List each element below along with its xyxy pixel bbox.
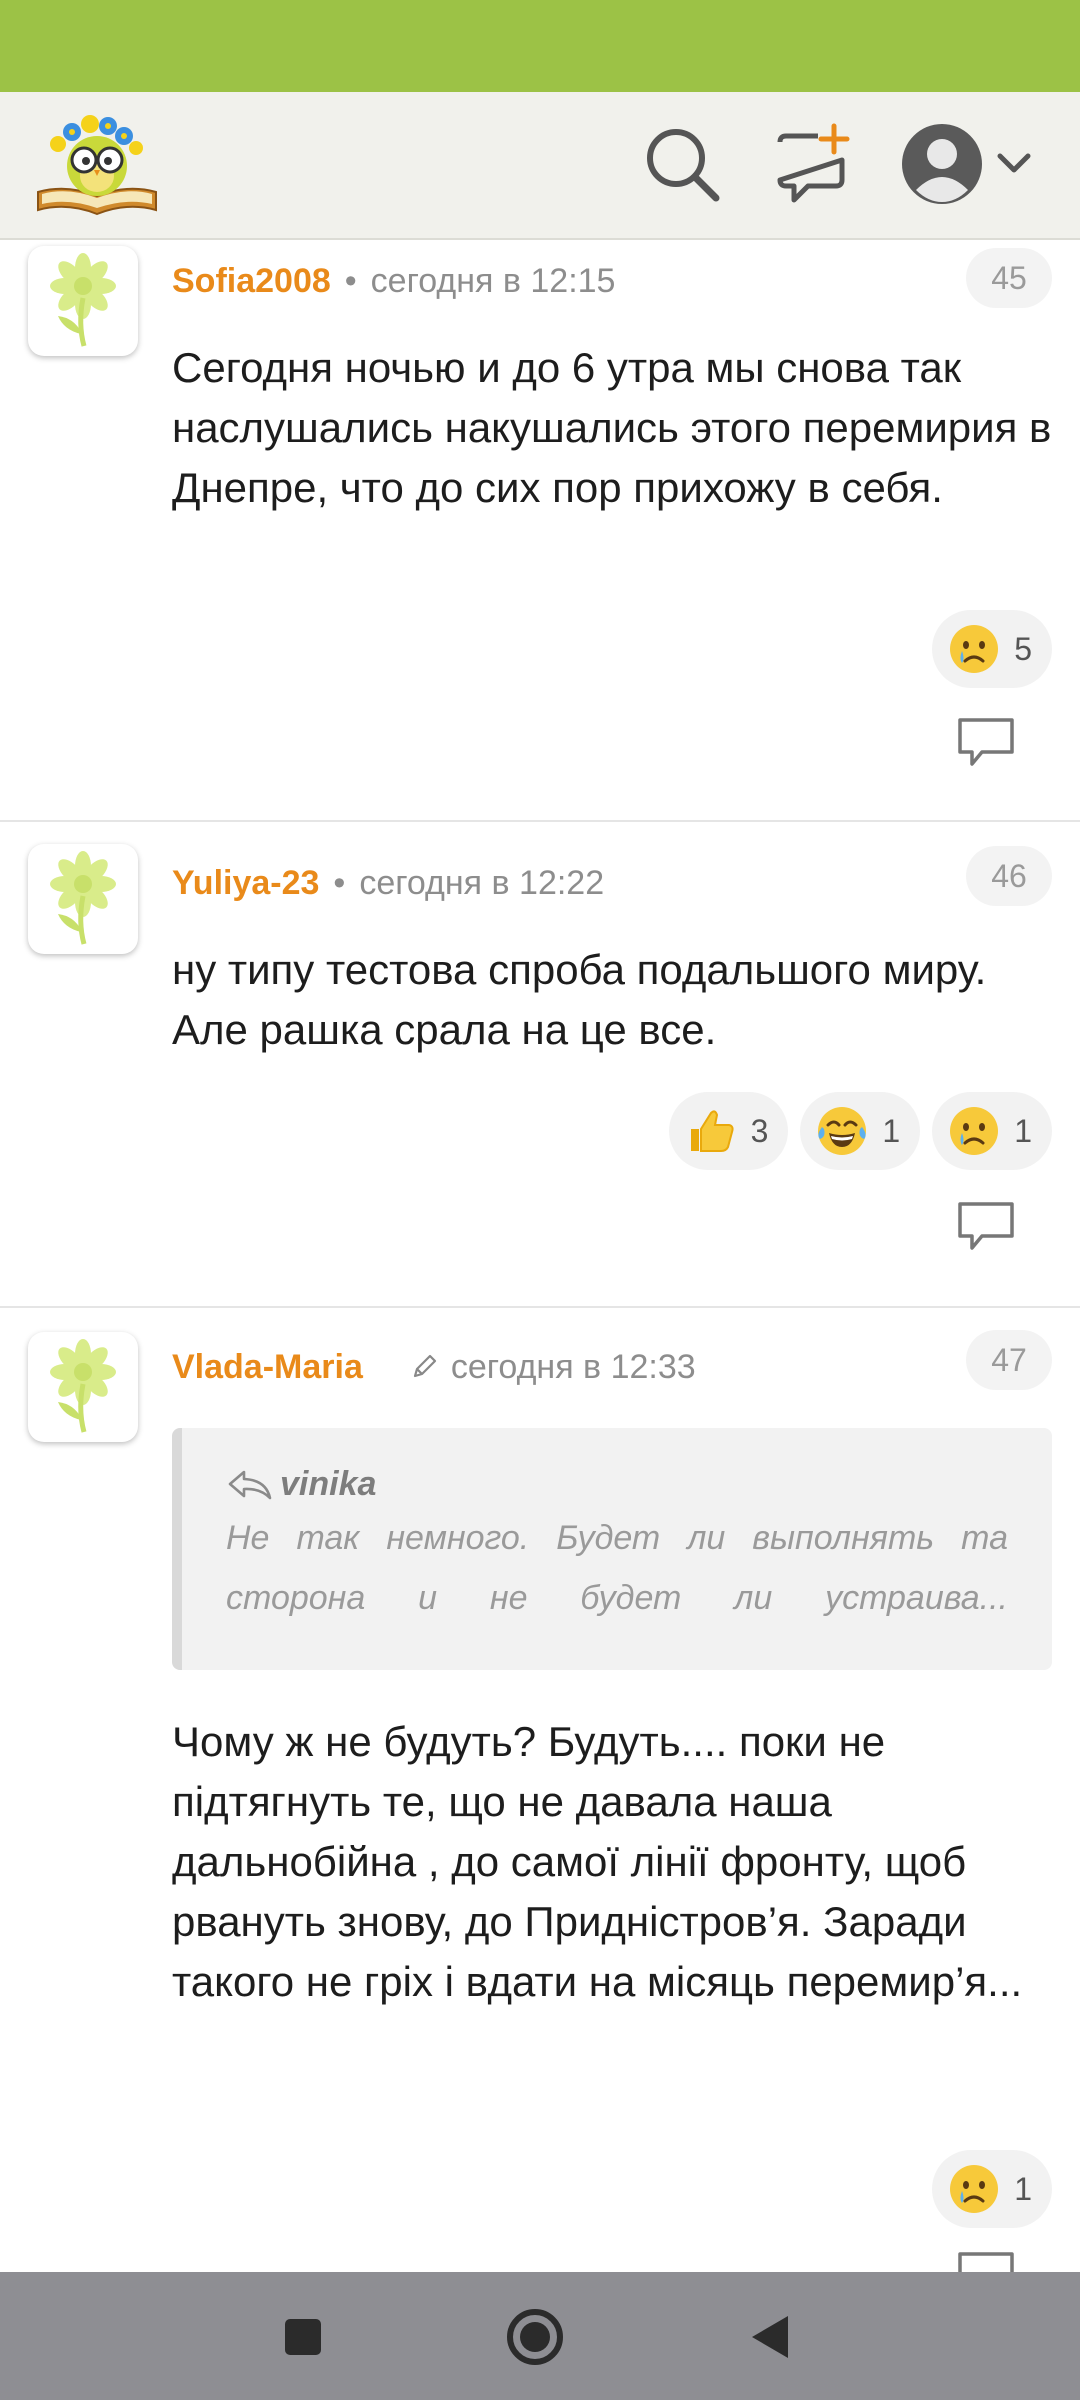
reactions: 3 1 1 (668, 1092, 1052, 1170)
new-message-icon[interactable] (772, 122, 856, 206)
comment-author[interactable]: Vlada-Maria (172, 1348, 363, 1386)
comments-list: Sofia2008 • сегодня в 12:15 45 Сегодня ноч… (0, 240, 1080, 2272)
user-avatar[interactable] (28, 844, 138, 954)
comment-divider (0, 1306, 1080, 1308)
reaction-crying[interactable]: 1 (932, 2150, 1052, 2228)
quote-author-row: vinika (226, 1464, 1008, 1504)
flower-icon (50, 851, 116, 945)
comment-text: Чому ж не будуть? Будуть.... поки не під… (172, 1718, 1023, 2005)
reactions: 5 (932, 610, 1052, 688)
comment: Yuliya-23 • сегодня в 12:22 46 ну типу тес… (0, 844, 1080, 1304)
comment: Sofia2008 • сегодня в 12:15 45 Сегодня ноч… (0, 240, 1080, 820)
quote-text: Не так немного. Будет ли выполнять та ст… (226, 1519, 1008, 1617)
thumbs-up-icon (690, 1110, 734, 1152)
crying-face-icon (950, 1107, 999, 1155)
reply-icon[interactable] (954, 1198, 1018, 1254)
comment-time: сегодня в 12:15 (370, 262, 616, 300)
reaction-count: 1 (882, 1112, 901, 1149)
reply-icon[interactable] (954, 714, 1018, 770)
comment-meta: Sofia2008 • сегодня в 12:15 (172, 262, 615, 301)
user-avatar-icon (902, 124, 1031, 204)
reaction-count: 1 (1014, 1112, 1032, 1149)
reaction-tears-of-joy[interactable]: 1 (800, 1092, 921, 1170)
user-avatar[interactable] (28, 1332, 138, 1442)
flower-icon (50, 1339, 116, 1433)
comment-meta: Yuliya-23 • сегодня в 12:22 (172, 864, 604, 903)
profile-menu[interactable] (900, 118, 1040, 210)
app-header (0, 92, 1080, 240)
meta-separator: • (344, 262, 357, 300)
reactions: 1 (932, 2150, 1052, 2228)
search-icon[interactable] (640, 122, 724, 206)
triangle-back-icon[interactable] (736, 2302, 806, 2372)
reaction-crying[interactable]: 5 (932, 610, 1052, 688)
circle-home-icon[interactable] (500, 2302, 570, 2372)
comment: Vlada-Maria сегодня в 12:33 47 vinika Не … (0, 1328, 1080, 2272)
system-nav-bar (0, 2272, 1080, 2400)
reply-arrow-icon (228, 1470, 272, 1500)
comment-number[interactable]: 46 (966, 846, 1052, 906)
site-logo[interactable] (32, 110, 162, 220)
tears-of-joy-icon (818, 1107, 867, 1155)
comment-author[interactable]: Yuliya-23 (172, 864, 319, 902)
reaction-count: 5 (1014, 630, 1032, 667)
quote-author: vinika (280, 1464, 377, 1503)
chevron-down-icon (997, 153, 1031, 173)
comment-divider (0, 820, 1080, 822)
quoted-comment[interactable]: vinika Не так немного. Будет ли выполнят… (172, 1428, 1052, 1670)
flower-icon (50, 253, 116, 347)
status-bar (0, 0, 1080, 92)
reaction-crying[interactable]: 1 (932, 1092, 1052, 1170)
comment-number[interactable]: 47 (966, 1330, 1052, 1390)
comment-meta: Vlada-Maria сегодня в 12:33 (172, 1348, 696, 1387)
comment-time: сегодня в 12:33 (450, 1348, 696, 1386)
comment-author[interactable]: Sofia2008 (172, 262, 331, 300)
crying-face-icon (950, 2165, 999, 2213)
reaction-count: 1 (1014, 2170, 1032, 2207)
reaction-count: 3 (750, 1112, 769, 1149)
comment-text: ну типу тестова спроба подальшого миру. … (172, 946, 987, 1053)
pencil-icon (413, 1354, 436, 1378)
comment-time: сегодня в 12:22 (359, 864, 605, 902)
reaction-thumbs-up[interactable]: 3 (668, 1092, 789, 1170)
comment-text: Сегодня ночью и до 6 утра мы снова так н… (172, 344, 1052, 511)
crying-face-icon (950, 625, 999, 673)
square-recents-icon[interactable] (268, 2302, 338, 2372)
user-avatar[interactable] (28, 246, 138, 356)
meta-separator: • (333, 864, 346, 902)
reply-icon[interactable] (954, 2248, 1018, 2272)
comment-number[interactable]: 45 (966, 248, 1052, 308)
